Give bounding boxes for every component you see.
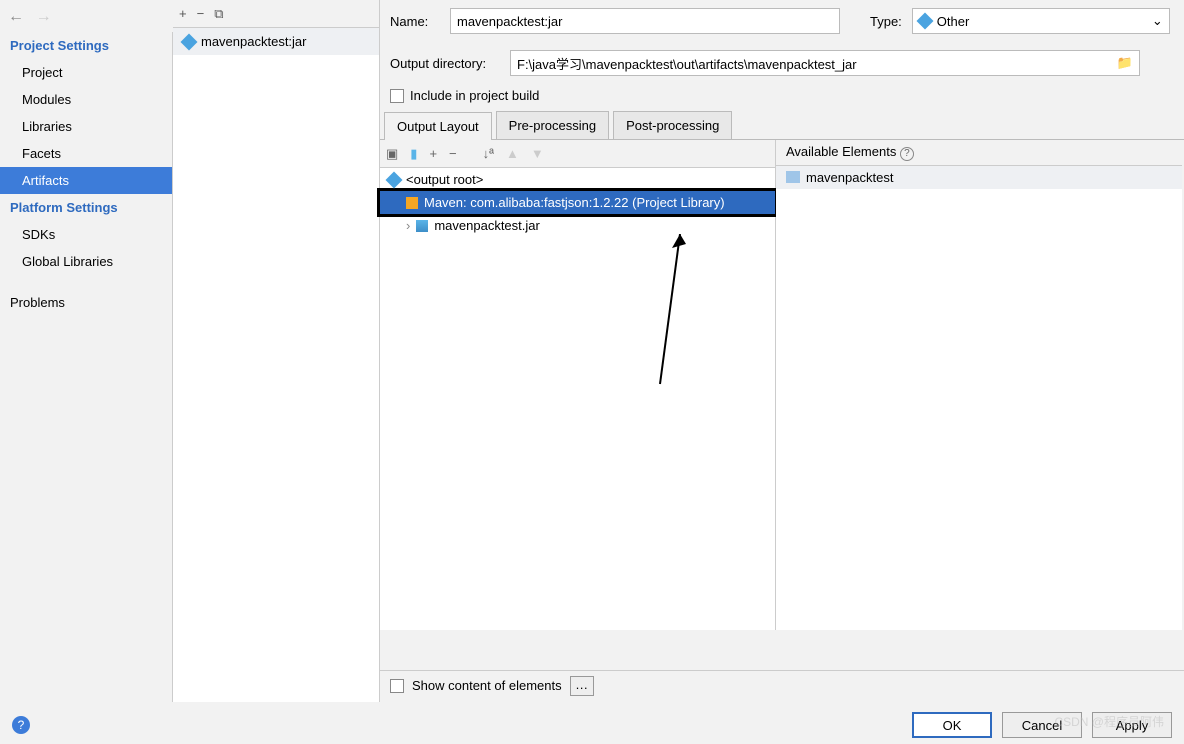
type-value: Other [937,14,970,29]
move-up-icon[interactable]: ▲ [506,146,519,161]
show-content-checkbox[interactable] [390,679,404,693]
watermark: CSDN @程序员阿伟 [1054,713,1164,730]
outdir-input[interactable]: F:\java学习\mavenpacktest\out\artifacts\ma… [510,50,1140,76]
artifact-list-item[interactable]: mavenpacktest:jar [173,28,379,55]
tab-post-processing[interactable]: Post-processing [613,111,732,139]
chevron-down-icon: ⌄ [1152,13,1163,29]
settings-sidebar: Project Settings Project Modules Librari… [0,32,173,702]
platform-settings-header: Platform Settings [0,194,172,221]
copy-icon[interactable]: ⧉ [214,6,223,22]
add-icon[interactable]: + [179,6,187,21]
type-dropdown[interactable]: Other ⌄ [912,8,1170,34]
project-settings-header: Project Settings [0,32,172,59]
forward-arrow-icon: → [36,8,52,25]
name-input[interactable] [450,8,840,34]
remove-icon[interactable]: − [197,6,205,21]
jar-toolbar-icon[interactable]: ▮ [410,146,417,162]
artifacts-list-panel: + − ⧉ mavenpacktest:jar [173,0,380,702]
artifact-icon [181,33,198,50]
sidebar-item-libraries[interactable]: Libraries [0,113,172,140]
remove-content-icon[interactable]: − [449,146,457,161]
jar-file-icon [416,220,428,232]
output-layout-tree: ▣ ▮ + − ↓ª ▲ ▼ <output root> Maven: com.… [380,140,776,630]
sidebar-item-project[interactable]: Project [0,59,172,86]
folder-browse-icon[interactable]: 📁 [1117,55,1133,71]
available-elements-panel: Available Elements ? mavenpacktest [776,140,1182,630]
library-icon [406,197,418,209]
available-elements-header: Available Elements [786,144,896,159]
sidebar-item-modules[interactable]: Modules [0,86,172,113]
include-build-label: Include in project build [410,88,539,103]
outdir-value: F:\java学习\mavenpacktest\out\artifacts\ma… [517,54,857,73]
available-element-item[interactable]: mavenpacktest [776,166,1182,189]
module-folder-icon [786,171,800,183]
name-label: Name: [390,14,440,29]
type-label: Type: [870,14,902,29]
tree-library-item[interactable]: Maven: com.alibaba:fastjson:1.2.22 (Proj… [380,191,775,214]
type-icon [916,13,933,30]
expand-icon[interactable]: › [406,218,410,233]
tab-output-layout[interactable]: Output Layout [384,112,492,140]
show-content-label: Show content of elements [412,678,562,693]
artifact-config-panel: Name: Type: Other ⌄ Output directory: F:… [380,0,1184,702]
artifact-name: mavenpacktest:jar [201,34,307,49]
move-down-icon[interactable]: ▼ [531,146,544,161]
help-icon[interactable]: ? [900,147,914,161]
outdir-label: Output directory: [390,56,500,71]
sort-icon[interactable]: ↓ª [483,146,494,161]
new-folder-icon[interactable]: ▣ [386,146,398,162]
sidebar-item-problems[interactable]: Problems [0,289,172,316]
ok-button[interactable]: OK [912,712,992,738]
output-root-icon [386,171,403,188]
back-arrow-icon[interactable]: ← [8,8,24,25]
sidebar-item-artifacts[interactable]: Artifacts [0,167,172,194]
layout-tabs: Output Layout Pre-processing Post-proces… [380,111,1184,140]
sidebar-item-global-libraries[interactable]: Global Libraries [0,248,172,275]
tab-pre-processing[interactable]: Pre-processing [496,111,609,139]
add-content-icon[interactable]: + [429,146,437,161]
elements-options-button[interactable]: … [570,676,594,696]
global-help-icon[interactable]: ? [12,716,30,734]
include-build-checkbox[interactable] [390,89,404,103]
tree-output-root[interactable]: <output root> [380,168,775,191]
sidebar-item-sdks[interactable]: SDKs [0,221,172,248]
tree-jar-item[interactable]: › mavenpacktest.jar [380,214,775,237]
sidebar-item-facets[interactable]: Facets [0,140,172,167]
